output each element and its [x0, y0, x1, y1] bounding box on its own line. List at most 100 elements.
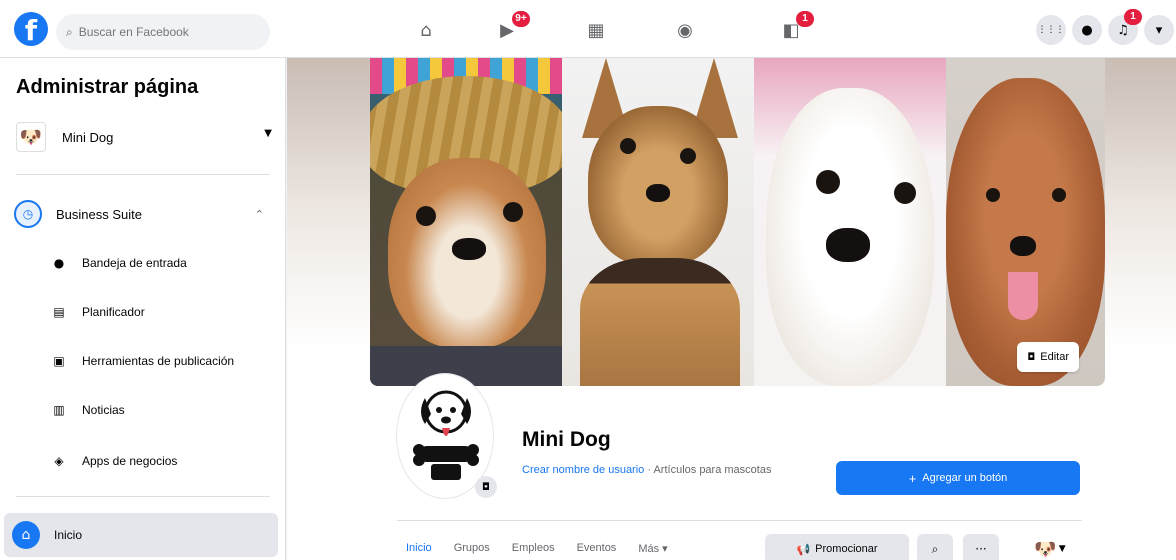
dog-eye	[1052, 188, 1066, 202]
business-apps-icon: ◈	[54, 454, 64, 468]
dog-eye	[894, 182, 916, 204]
groups-glyph: ◉	[677, 19, 693, 41]
dog-logo-icon	[413, 390, 479, 480]
sidebar-title: Administrar página	[16, 76, 199, 98]
manage-page-sidebar: Administrar página 🐶 Mini Dog ▼ ◷ Busine…	[0, 58, 286, 560]
add-button-button[interactable]: + Agregar un botón	[836, 461, 1080, 495]
groups-icon[interactable]: ◉	[672, 17, 698, 43]
watch-icon[interactable]: ▶ 9+	[494, 11, 530, 43]
publishing-tools-icon: ▣	[53, 354, 65, 368]
page-category: · Artículos para mascotas	[644, 464, 772, 476]
bell-glyph: ♫	[1117, 22, 1129, 38]
business-suite-label: Business Suite	[56, 206, 142, 222]
business-suite-toggle[interactable]: ◷ Business Suite ⌃	[14, 198, 270, 230]
home-glyph: ⌂	[420, 19, 432, 41]
home-page-icon: ⌂	[12, 521, 40, 549]
facebook-logo-icon[interactable]: f	[14, 12, 48, 46]
watch-badge: 9+	[512, 11, 530, 27]
caret-down-icon: ▼	[264, 128, 272, 139]
dog-eye	[503, 202, 523, 222]
marketplace-glyph: ▦	[587, 19, 605, 41]
sidebar-item-planner[interactable]: ▤ Planificador	[50, 298, 270, 326]
page-subline: Crear nombre de usuario · Artículos para…	[522, 464, 771, 476]
tab-eventos[interactable]: Eventos	[577, 542, 617, 555]
dog-eye	[620, 138, 636, 154]
search-input[interactable]	[78, 25, 239, 39]
dog-nose	[452, 238, 486, 260]
promote-button[interactable]: 📢 Promocionar	[765, 534, 909, 560]
plus-icon: +	[908, 470, 917, 486]
dog-eye	[416, 206, 436, 226]
sidebar-item-label: Bandeja de entrada	[82, 256, 187, 270]
page-title: Mini Dog	[522, 428, 611, 451]
page-avatar: 🐶	[16, 122, 46, 152]
search-icon: ⌕	[931, 541, 939, 556]
tab-inicio[interactable]: Inicio	[406, 542, 432, 555]
top-navigation-bar: f ⌕ ⌂ ▶ 9+ ▦ ◉ ◧ 1 ⋮⋮⋮ ● ♫ 1 ▾	[0, 0, 1176, 58]
sidebar-item-label: Apps de negocios	[82, 454, 178, 468]
notifications-badge: 1	[1124, 9, 1142, 25]
dog-nose	[646, 184, 670, 202]
search-page-button[interactable]: ⌕	[917, 534, 953, 560]
home-icon[interactable]: ⌂	[413, 17, 439, 43]
dog-eye	[986, 188, 1000, 202]
search-box[interactable]: ⌕	[56, 14, 270, 50]
cover-photo: ◘ Editar	[370, 58, 1105, 386]
megaphone-icon: 📢	[796, 542, 811, 556]
dog-body	[580, 258, 740, 386]
sidebar-item-label: Noticias	[82, 403, 125, 417]
news-icon: ▥	[53, 403, 65, 417]
dog-eye	[680, 148, 696, 164]
cover-photo-maltese	[754, 58, 946, 386]
more-icon: ···	[975, 542, 987, 556]
page-avatar-icon: 🐶	[1034, 538, 1057, 560]
cover-photo-chihuahua	[370, 58, 562, 386]
sidebar-divider	[16, 496, 270, 497]
sidebar-item-publishing-tools[interactable]: ▣ Herramientas de publicación	[50, 347, 270, 375]
inbox-icon: ●	[53, 256, 65, 270]
camera-icon: ◘	[1027, 351, 1036, 363]
caret-glyph: ▾	[1155, 22, 1163, 38]
dog-tongue	[1008, 272, 1038, 320]
tab-empleos[interactable]: Empleos	[512, 542, 555, 555]
profile-camera-icon[interactable]: ◘	[475, 476, 497, 498]
sidebar-item-label: Herramientas de publicación	[82, 354, 235, 368]
dog-nose	[1010, 236, 1036, 256]
notifications-icon[interactable]: ♫ 1	[1108, 9, 1142, 45]
dog-nose	[826, 228, 870, 262]
tab-mas[interactable]: Más ▾	[638, 542, 667, 555]
edit-cover-button[interactable]: ◘ Editar	[1017, 342, 1079, 372]
sidebar-item-label: Planificador	[82, 305, 145, 319]
caret-down-icon: ▼	[1058, 544, 1066, 554]
messenger-glyph: ●	[1081, 22, 1093, 38]
planner-icon: ▤	[53, 305, 65, 319]
cover-photo-yorkie	[562, 58, 754, 386]
promote-label: Promocionar	[815, 543, 878, 555]
add-button-label: Agregar un botón	[922, 472, 1008, 484]
business-suite-icon: ◷	[14, 200, 42, 228]
edit-cover-label: Editar	[1040, 351, 1069, 363]
tabs-divider	[397, 520, 1082, 521]
sidebar-item-home[interactable]: ⌂ Inicio	[4, 513, 278, 557]
sidebar-item-inbox[interactable]: ● Bandeja de entrada	[50, 249, 270, 277]
tab-grupos[interactable]: Grupos	[454, 542, 490, 555]
messenger-icon[interactable]: ●	[1072, 15, 1102, 45]
gaming-badge: 1	[796, 11, 814, 27]
sidebar-item-business-apps[interactable]: ◈ Apps de negocios	[50, 447, 270, 475]
page-switcher[interactable]: 🐶 Mini Dog ▼	[16, 114, 272, 160]
more-options-button[interactable]: ···	[963, 534, 999, 560]
sidebar-item-label: Inicio	[54, 528, 83, 542]
dog-face	[946, 78, 1105, 386]
gaming-icon[interactable]: ◧ 1	[778, 11, 814, 43]
chevron-up-icon: ⌃	[254, 207, 264, 221]
menu-grid-icon[interactable]: ⋮⋮⋮	[1036, 15, 1066, 45]
page-tabs: Inicio Grupos Empleos Eventos Más ▾	[406, 542, 668, 555]
marketplace-icon[interactable]: ▦	[583, 17, 609, 43]
cover-photo-poodle: ◘ Editar	[946, 58, 1105, 386]
menu-glyph: ⋮⋮⋮	[1037, 25, 1065, 35]
account-menu-icon[interactable]: ▾	[1144, 15, 1174, 45]
sidebar-item-news[interactable]: ▥ Noticias	[50, 396, 270, 424]
watch-glyph: ▶	[500, 19, 514, 41]
acting-as-switcher[interactable]: 🐶 ▼	[1024, 534, 1076, 560]
create-username-link[interactable]: Crear nombre de usuario	[522, 464, 644, 476]
